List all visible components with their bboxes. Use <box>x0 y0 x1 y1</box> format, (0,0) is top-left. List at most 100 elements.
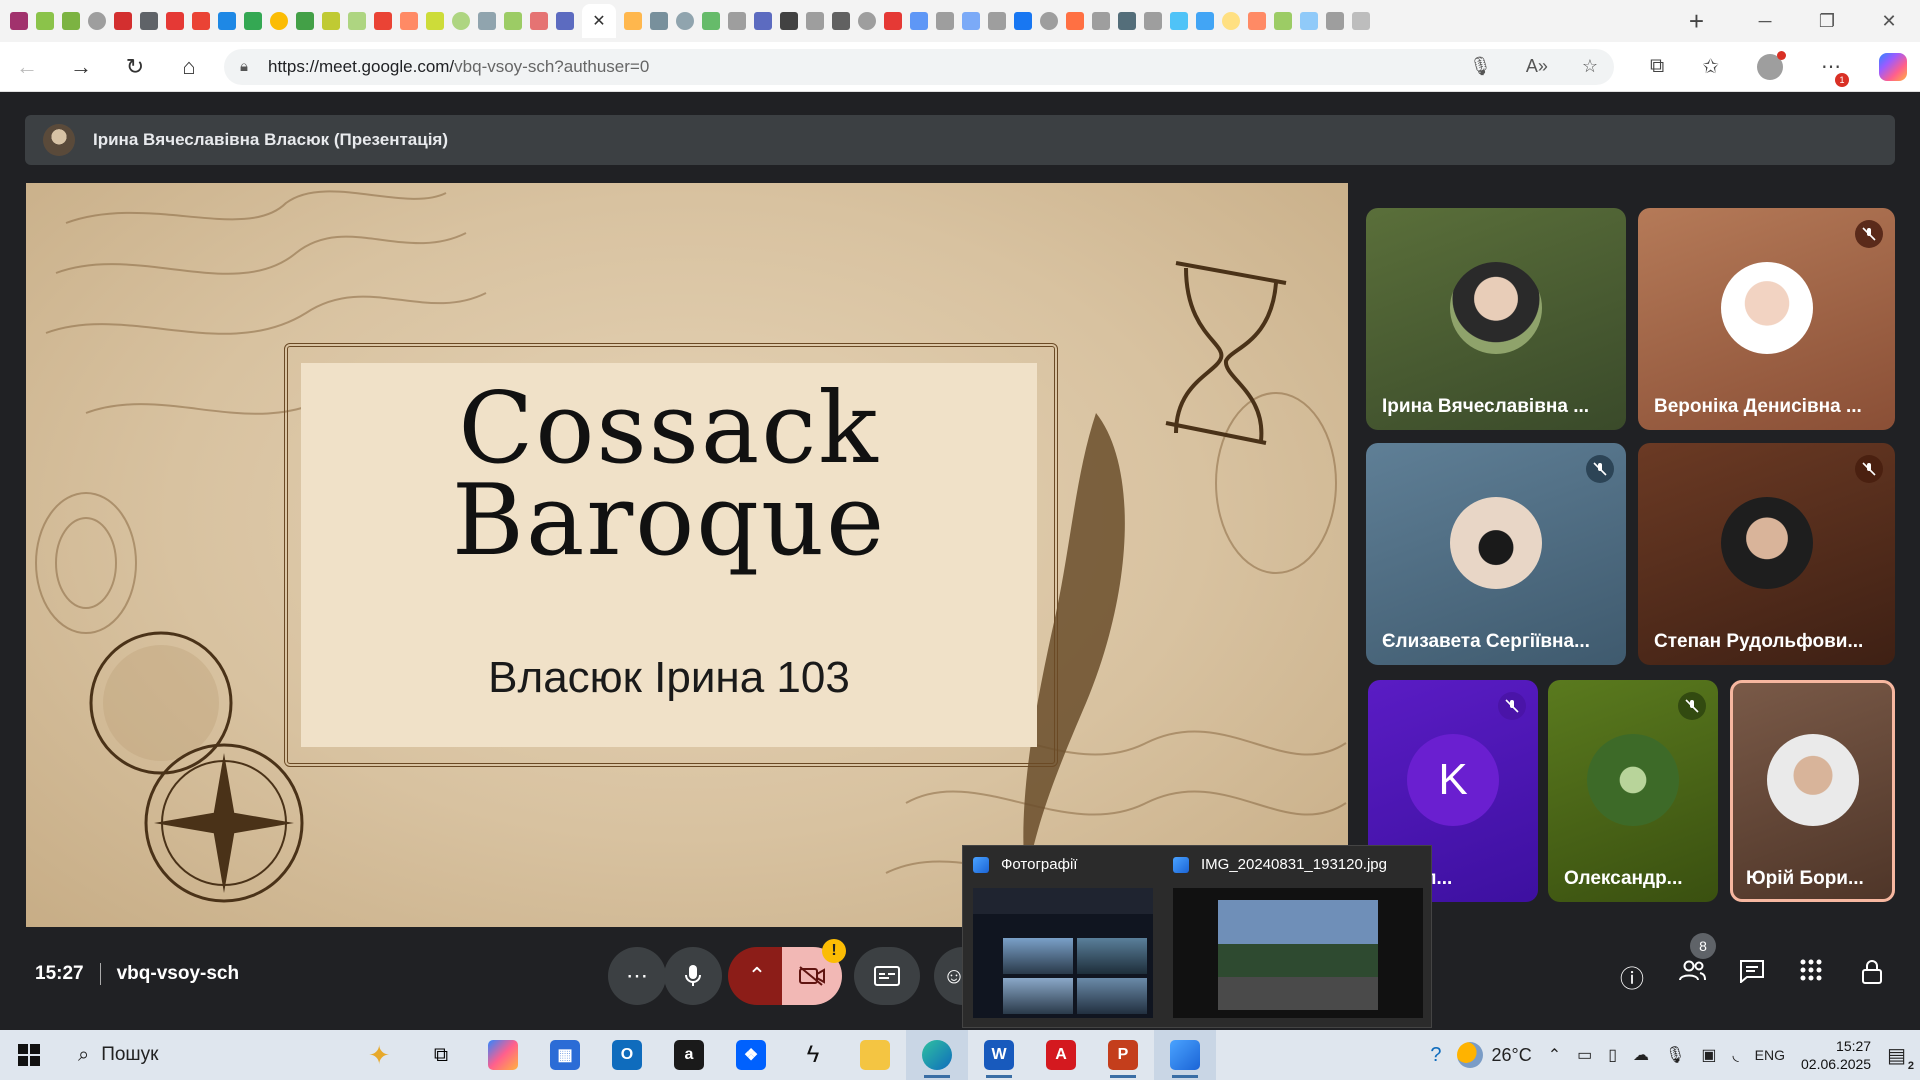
tab-favicon[interactable] <box>962 12 980 30</box>
tab-favicon[interactable] <box>1196 12 1214 30</box>
participant-tile-active-speaker[interactable]: Юрій Бори... <box>1730 680 1895 902</box>
active-tab[interactable]: ✕ <box>582 4 616 38</box>
microphone-icon[interactable]: 🎙︎ <box>1665 1045 1685 1065</box>
taskbar-outlook[interactable]: O <box>596 1030 658 1080</box>
taskbar-dropbox[interactable]: ❖ <box>720 1030 782 1080</box>
taskbar-word[interactable]: W <box>968 1030 1030 1080</box>
profile-avatar[interactable] <box>1757 50 1787 80</box>
wifi-icon[interactable]: ◟ <box>1732 1045 1738 1065</box>
tab-favicon[interactable] <box>1300 12 1318 30</box>
thumbnail-image-window[interactable]: IMG_20240831_193120.jpg <box>1163 846 1433 1029</box>
copilot-icon[interactable] <box>1879 52 1908 81</box>
activities-icon[interactable] <box>1800 959 1822 988</box>
tab-favicon[interactable] <box>36 12 54 30</box>
microphone-icon[interactable]: 🎙︎ <box>1469 56 1492 77</box>
tab-favicon[interactable] <box>140 12 158 30</box>
extensions-icon[interactable]: ⧉ <box>1650 55 1664 78</box>
back-icon[interactable]: ← <box>0 54 54 80</box>
tab-favicon[interactable] <box>244 12 262 30</box>
tab-favicon[interactable] <box>676 12 694 30</box>
tab-favicon[interactable] <box>88 12 106 30</box>
tab-favicon[interactable] <box>374 12 392 30</box>
language-indicator[interactable]: ENG <box>1755 1047 1785 1063</box>
tab-favicon[interactable] <box>218 12 236 30</box>
more-menu-icon[interactable]: ⋯ <box>1821 54 1850 87</box>
weather-widget[interactable]: 26°C <box>1457 1042 1532 1068</box>
tab-favicon[interactable] <box>650 12 668 30</box>
read-aloud-icon[interactable]: A» <box>1526 56 1548 77</box>
tab-favicon[interactable] <box>296 12 314 30</box>
minimize-icon[interactable]: ─ <box>1734 11 1796 32</box>
tab-favicon[interactable] <box>452 12 470 30</box>
tab-favicon[interactable] <box>1014 12 1032 30</box>
captions-button[interactable] <box>854 947 920 1005</box>
tab-favicon[interactable] <box>832 12 850 30</box>
tab-favicon[interactable] <box>1274 12 1292 30</box>
tab-favicon[interactable] <box>530 12 548 30</box>
tab-favicon[interactable] <box>624 12 642 30</box>
tab-favicon[interactable] <box>780 12 798 30</box>
tab-favicon[interactable] <box>806 12 824 30</box>
taskbar-amazon[interactable]: a <box>658 1030 720 1080</box>
site-info-icon[interactable]: 🔒︎ <box>240 58 268 75</box>
reload-icon[interactable]: ↻ <box>108 54 162 80</box>
taskbar-store[interactable]: ▦ <box>534 1030 596 1080</box>
tab-favicon[interactable] <box>1326 12 1344 30</box>
tab-favicon[interactable] <box>62 12 80 30</box>
tab-favicon[interactable] <box>884 12 902 30</box>
more-options-button[interactable]: ⋯ <box>608 947 666 1005</box>
help-icon[interactable]: ? <box>1430 1044 1441 1067</box>
people-icon[interactable] <box>1678 959 1706 990</box>
taskbar-clock[interactable]: 15:27 02.06.2025 <box>1801 1037 1871 1073</box>
tab-favicon[interactable] <box>348 12 366 30</box>
tab-favicon[interactable] <box>1248 12 1266 30</box>
tab-favicon[interactable] <box>270 12 288 30</box>
tab-favicon[interactable] <box>1066 12 1084 30</box>
favorites-icon[interactable]: ✩ <box>1702 54 1719 79</box>
tab-favicon[interactable] <box>910 12 928 30</box>
tab-favicon[interactable] <box>988 12 1006 30</box>
maximize-icon[interactable]: ❐ <box>1796 11 1858 32</box>
new-tab-button[interactable]: + <box>1689 6 1704 37</box>
chat-icon[interactable] <box>1739 959 1765 990</box>
chevron-up-icon[interactable]: ⌃ <box>1548 1045 1561 1065</box>
tab-favicon[interactable] <box>400 12 418 30</box>
tab-favicon[interactable] <box>192 12 210 30</box>
display-icon[interactable]: ▣ <box>1701 1045 1716 1065</box>
participant-tile[interactable]: Єлизавета Сергіївна... <box>1366 443 1626 665</box>
task-view-button[interactable]: ⧉ <box>410 1030 472 1080</box>
start-button[interactable] <box>0 1044 58 1066</box>
participant-tile[interactable]: Олександр... <box>1548 680 1718 902</box>
taskbar-photos[interactable] <box>1154 1030 1216 1080</box>
tab-favicon[interactable] <box>1040 12 1058 30</box>
taskbar-powerpoint[interactable]: P <box>1092 1030 1154 1080</box>
host-controls-icon[interactable] <box>1860 959 1884 992</box>
tab-favicon[interactable] <box>1118 12 1136 30</box>
taskbar-edge[interactable] <box>906 1030 968 1080</box>
notifications-icon[interactable]: ▤ 2 <box>1887 1043 1914 1072</box>
participant-tile[interactable]: Степан Рудольфови... <box>1638 443 1895 665</box>
tab-favicon[interactable] <box>556 12 574 30</box>
tab-favicon[interactable] <box>1352 12 1370 30</box>
tab-favicon[interactable] <box>426 12 444 30</box>
camera-options-button[interactable]: ⌃ <box>728 947 786 1005</box>
tab-favicon[interactable] <box>504 12 522 30</box>
home-icon[interactable]: ⌂ <box>162 54 216 80</box>
taskbar-app-bolt[interactable]: ϟ <box>782 1030 844 1080</box>
tab-favicon[interactable] <box>858 12 876 30</box>
tab-favicon[interactable] <box>10 12 28 30</box>
participant-tile[interactable]: Ірина Вячеславівна ... <box>1366 208 1626 430</box>
tab-favicon[interactable] <box>1092 12 1110 30</box>
device-icon[interactable]: ▯ <box>1608 1045 1617 1065</box>
tab-favicon[interactable] <box>322 12 340 30</box>
tab-favicon[interactable] <box>166 12 184 30</box>
participant-tile[interactable]: Вероніка Денисівна ... <box>1638 208 1895 430</box>
tab-favicon[interactable] <box>754 12 772 30</box>
taskbar-acrobat[interactable]: A <box>1030 1030 1092 1080</box>
tab-favicon[interactable] <box>936 12 954 30</box>
tab-favicon[interactable] <box>114 12 132 30</box>
favorite-star-icon[interactable]: ☆ <box>1582 56 1598 77</box>
tab-favicon[interactable] <box>728 12 746 30</box>
thumbnail-photos-app[interactable]: Фотографії <box>963 846 1163 1029</box>
meeting-details-icon[interactable]: ⓘ <box>1620 959 1644 994</box>
